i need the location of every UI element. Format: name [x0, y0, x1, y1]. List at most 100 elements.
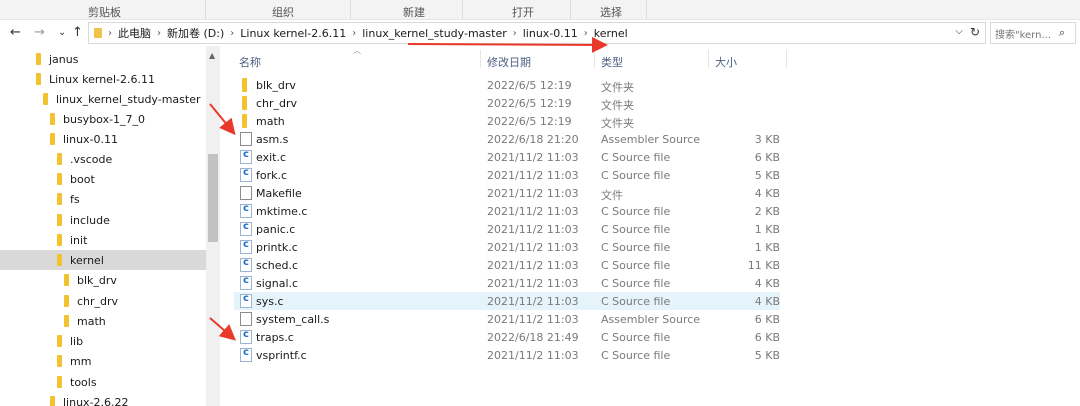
folder-icon — [50, 396, 55, 406]
file-row[interactable]: mktime.c 2021/11/2 11:03 C Source file 2 KB — [234, 202, 780, 220]
tree-item-linux-2-6-22[interactable]: linux-2.6.22 — [0, 392, 206, 406]
folder-icon — [94, 28, 102, 38]
breadcrumb-this-pc[interactable]: 此电脑 — [118, 25, 151, 41]
file-row[interactable]: chr_drv 2022/6/5 12:19 文件夹 — [234, 94, 780, 112]
file-size: 5 KB — [754, 349, 780, 362]
column-divider[interactable] — [594, 50, 595, 68]
ribbon-divider — [205, 0, 206, 20]
file-row[interactable]: vsprintf.c 2021/11/2 11:03 C Source file 5 … — [234, 346, 780, 364]
tree-item-label: lib — [70, 334, 84, 348]
back-button[interactable]: ← — [10, 25, 21, 40]
tree-item-label: linux_kernel_study-master — [56, 92, 201, 106]
file-row[interactable]: blk_drv 2022/6/5 12:19 文件夹 — [234, 76, 780, 94]
tree-item-boot[interactable]: boot — [0, 169, 206, 189]
chevron-right-icon: › — [108, 27, 112, 39]
column-header-type[interactable]: 类型 — [601, 54, 623, 70]
tree-item-kernel[interactable]: kernel — [0, 250, 206, 270]
tree-item-label: linux-0.11 — [63, 132, 119, 146]
tree-item-chr-drv[interactable]: chr_drv — [0, 291, 206, 311]
file-row[interactable]: fork.c 2021/11/2 11:03 C Source file 5 KB — [234, 166, 780, 184]
navigation-scrollbar[interactable]: ▲ — [206, 46, 220, 406]
up-button[interactable]: ↑ — [72, 25, 83, 40]
tree-item-linux-kernel-study-master[interactable]: linux_kernel_study-master — [0, 89, 206, 109]
tree-item-math[interactable]: math — [0, 311, 206, 331]
file-row[interactable]: Makefile 2021/11/2 11:03 文件 4 KB — [234, 184, 780, 202]
tree-item-vscode[interactable]: .vscode — [0, 149, 206, 169]
file-size: 6 KB — [754, 151, 780, 164]
folder-icon — [50, 113, 55, 125]
tree-item-janus[interactable]: janus — [0, 49, 206, 69]
tree-item-busybox[interactable]: busybox-1_7_0 — [0, 109, 206, 129]
tree-item-tools[interactable]: tools — [0, 372, 206, 392]
chevron-right-icon[interactable]: › — [230, 28, 234, 39]
forward-button[interactable]: → — [34, 25, 45, 40]
file-date: 2021/11/2 11:03 — [487, 295, 579, 308]
ribbon-new: 新建 — [403, 6, 425, 19]
search-box[interactable]: 搜索"kern... ⌕ — [990, 22, 1076, 44]
tree-item-linux-0-11[interactable]: linux-0.11 — [0, 129, 206, 149]
file-size: 3 KB — [754, 133, 780, 146]
chevron-right-icon[interactable]: › — [157, 28, 161, 39]
folder-icon — [64, 315, 69, 327]
column-header-name[interactable]: 名称 — [239, 54, 261, 70]
c-source-icon — [240, 347, 252, 362]
file-date: 2021/11/2 11:03 — [487, 349, 579, 362]
refresh-icon[interactable]: ↻ — [970, 25, 980, 39]
file-size: 4 KB — [754, 277, 780, 290]
breadcrumb-linux-0-11[interactable]: linux-0.11 — [523, 27, 578, 40]
file-name: sched.c — [256, 259, 299, 272]
recent-locations-button[interactable]: ⌄ — [58, 27, 66, 38]
file-row[interactable]: sys.c 2021/11/2 11:03 C Source file 4 KB — [234, 292, 780, 310]
scroll-up-icon[interactable]: ▲ — [209, 51, 215, 60]
file-row[interactable]: asm.s 2022/6/18 21:20 Assembler Source 3 KB — [234, 130, 780, 148]
breadcrumb-drive-d[interactable]: 新加卷 (D:) — [167, 25, 224, 41]
file-row[interactable]: printk.c 2021/11/2 11:03 C Source file 1 KB — [234, 238, 780, 256]
ribbon-divider — [462, 0, 463, 20]
column-divider[interactable] — [708, 50, 709, 68]
search-input[interactable]: 搜索"kern... — [995, 26, 1057, 41]
tree-item-include[interactable]: include — [0, 210, 206, 230]
file-size: 4 KB — [754, 295, 780, 308]
address-bar[interactable]: › 此电脑 › 新加卷 (D:) › Linux kernel-2.6.11 ›… — [88, 22, 986, 44]
column-divider[interactable] — [480, 50, 481, 68]
file-row[interactable]: traps.c 2022/6/18 21:49 C Source file 6 KB — [234, 328, 780, 346]
file-name: Makefile — [256, 187, 302, 200]
c-source-icon — [240, 221, 252, 236]
file-row[interactable]: math 2022/6/5 12:19 文件夹 — [234, 112, 780, 130]
ribbon-organize: 组织 — [272, 6, 294, 19]
file-row[interactable]: system_call.s 2021/11/2 11:03 Assembler So… — [234, 310, 780, 328]
folder-icon — [57, 214, 62, 226]
tree-item-linux-kernel-2-6-11[interactable]: Linux kernel-2.6.11 — [0, 69, 206, 89]
file-name: fork.c — [256, 169, 288, 182]
file-type: C Source file — [601, 169, 671, 182]
scrollbar-thumb[interactable] — [208, 154, 218, 242]
address-dropdown-icon[interactable]: ⌵ — [955, 26, 963, 37]
folder-icon — [242, 78, 247, 92]
file-row[interactable]: signal.c 2021/11/2 11:03 C Source file 4 KB — [234, 274, 780, 292]
file-row[interactable]: exit.c 2021/11/2 11:03 C Source file 6 KB — [234, 148, 780, 166]
tree-item-lib[interactable]: lib — [0, 331, 206, 351]
tree-item-blk-drv[interactable]: blk_drv — [0, 270, 206, 290]
column-header-date[interactable]: 修改日期 — [487, 54, 531, 70]
tree-item-init[interactable]: init — [0, 230, 206, 250]
ribbon-divider — [350, 0, 351, 20]
column-header-size[interactable]: 大小 — [715, 54, 737, 70]
breadcrumb-kernel[interactable]: kernel — [594, 27, 628, 40]
tree-item-mm[interactable]: mm — [0, 351, 206, 371]
file-type: C Source file — [601, 205, 671, 218]
column-divider[interactable] — [786, 50, 787, 68]
file-row[interactable]: panic.c 2021/11/2 11:03 C Source file 1 KB — [234, 220, 780, 238]
chevron-right-icon[interactable]: › — [352, 28, 356, 39]
tree-item-fs[interactable]: fs — [0, 189, 206, 209]
chevron-right-icon[interactable]: › — [513, 28, 517, 39]
breadcrumb-linux-kernel-study-master[interactable]: linux_kernel_study-master — [362, 27, 507, 40]
file-type: 文件 — [601, 189, 623, 202]
chevron-right-icon[interactable]: › — [584, 28, 588, 39]
tree-item-label: include — [70, 213, 110, 227]
file-type: C Source file — [601, 223, 671, 236]
breadcrumb-linux-kernel-2-6-11[interactable]: Linux kernel-2.6.11 — [240, 27, 346, 40]
file-row[interactable]: sched.c 2021/11/2 11:03 C Source file 11 KB — [234, 256, 780, 274]
file-size: 1 KB — [754, 241, 780, 254]
sort-ascending-icon: ︿ — [353, 46, 361, 55]
folder-icon — [242, 114, 247, 128]
